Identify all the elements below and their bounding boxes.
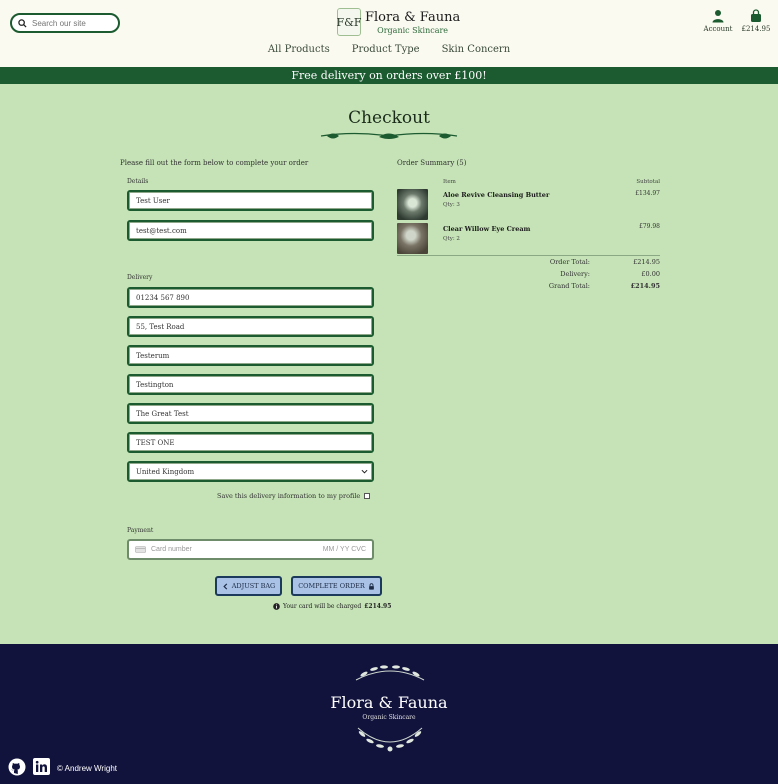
linkedin-icon[interactable]	[33, 758, 50, 775]
site-header: F&F Flora & Fauna Organic Skincare All P…	[0, 0, 778, 67]
leaf-wreath-top-icon	[355, 665, 425, 681]
delivery-cost-value: £0.00	[641, 270, 660, 278]
delivery-cost-label: Delivery:	[560, 270, 590, 278]
subtotal-column-header: Subtotal	[636, 179, 660, 185]
summary-divider	[397, 255, 660, 256]
product-name: Clear Willow Eye Cream	[443, 225, 531, 233]
lock-icon	[368, 582, 374, 590]
grand-total-value: £214.95	[630, 282, 660, 290]
nav-all-products[interactable]: All Products	[268, 44, 330, 55]
search-box[interactable]	[10, 13, 120, 33]
nav-skin-concern[interactable]: Skin Concern	[442, 44, 511, 55]
product-qty: Qty: 3	[443, 202, 460, 208]
info-icon	[273, 603, 280, 610]
search-icon	[18, 18, 27, 28]
product-subtotal: £134.97	[635, 190, 660, 197]
item-column-header: Item	[443, 179, 456, 185]
nav-product-type[interactable]: Product Type	[352, 44, 420, 55]
credit-card-icon	[135, 546, 146, 553]
country-selected-value: United Kingdom	[136, 467, 195, 476]
free-delivery-banner: Free delivery on orders over £100!	[0, 67, 778, 84]
chevron-down-icon	[361, 469, 368, 474]
product-name: Aloe Revive Cleansing Butter	[443, 191, 550, 199]
charge-notice-text: Your card will be charged	[283, 603, 362, 610]
details-label: Details	[127, 178, 149, 185]
complete-order-button[interactable]: COMPLETE ORDER	[291, 576, 382, 596]
user-icon	[712, 10, 724, 23]
street-address-1-field[interactable]	[127, 316, 374, 337]
postcode-input[interactable]	[136, 438, 372, 447]
country-select[interactable]: United Kingdom	[127, 461, 374, 482]
chevron-left-icon	[223, 582, 227, 590]
adjust-bag-button[interactable]: ADJUST BAG	[215, 576, 282, 596]
save-info-row: Save this delivery information to my pro…	[217, 492, 371, 500]
product-image[interactable]	[397, 223, 428, 254]
footer-logo-subtitle: Organic Skincare	[362, 714, 416, 721]
complete-order-label: COMPLETE ORDER	[298, 582, 365, 590]
payment-label: Payment	[127, 527, 154, 534]
charge-notice: Your card will be charged £214.95	[273, 603, 391, 610]
county-field[interactable]	[127, 374, 374, 395]
town-input[interactable]	[136, 351, 372, 360]
order-total-value: £214.95	[633, 258, 660, 266]
email-field[interactable]	[127, 220, 374, 241]
full-name-field[interactable]	[127, 190, 374, 211]
county-input[interactable]	[136, 380, 372, 389]
logo-subtitle: Organic Skincare	[377, 25, 449, 35]
page-title: Checkout	[348, 108, 430, 128]
phone-input[interactable]	[136, 293, 372, 302]
flourish-divider-icon	[320, 132, 458, 139]
form-instructions: Please fill out the form below to comple…	[120, 159, 309, 167]
account-link[interactable]: Account	[703, 9, 733, 33]
adjust-bag-label: ADJUST BAG	[231, 582, 276, 590]
street-address-2-field[interactable]	[127, 403, 374, 424]
email-input[interactable]	[136, 226, 372, 235]
card-number-placeholder: Card number	[151, 546, 192, 553]
postcode-field[interactable]	[127, 432, 374, 453]
street-address-2-input[interactable]	[136, 409, 372, 418]
save-info-checkbox[interactable]	[364, 493, 371, 499]
product-subtotal: £79.98	[639, 223, 660, 230]
account-label: Account	[703, 25, 733, 33]
site-footer: Flora & Fauna Organic Skincare © Andrew …	[0, 644, 778, 784]
shopping-bag-link[interactable]: £214.95	[741, 9, 771, 33]
logo-title: Flora & Fauna	[365, 9, 461, 25]
order-total-label: Order Total:	[549, 258, 590, 266]
main-nav: All Products Product Type Skin Concern	[0, 44, 778, 55]
grand-total-label: Grand Total:	[548, 282, 590, 290]
product-image[interactable]	[397, 189, 428, 220]
delivery-label: Delivery	[127, 274, 153, 281]
card-expiry-cvc-placeholder: MM / YY CVC	[322, 546, 366, 553]
street-address-1-input[interactable]	[136, 322, 372, 331]
logo-mark: F&F	[336, 8, 362, 36]
search-input[interactable]	[32, 18, 112, 28]
save-info-label: Save this delivery information to my pro…	[217, 492, 361, 500]
charge-amount: £214.95	[364, 603, 392, 610]
card-input-field[interactable]: Card number MM / YY CVC	[127, 539, 374, 560]
logo-text: Flora & Fauna Organic Skincare	[365, 10, 460, 35]
site-logo[interactable]: F&F Flora & Fauna Organic Skincare	[336, 8, 460, 36]
full-name-input[interactable]	[136, 196, 372, 205]
footer-logo-title: Flora & Fauna	[330, 693, 448, 712]
product-qty: Qty: 2	[443, 236, 460, 242]
github-icon[interactable]	[8, 758, 26, 776]
shopping-bag-icon	[751, 9, 761, 22]
order-summary-title: Order Summary (5)	[397, 159, 467, 167]
copyright-text: © Andrew Wright	[57, 764, 117, 773]
bag-total: £214.95	[741, 25, 771, 33]
town-field[interactable]	[127, 345, 374, 366]
leaf-wreath-bottom-icon	[357, 727, 423, 752]
phone-field[interactable]	[127, 287, 374, 308]
